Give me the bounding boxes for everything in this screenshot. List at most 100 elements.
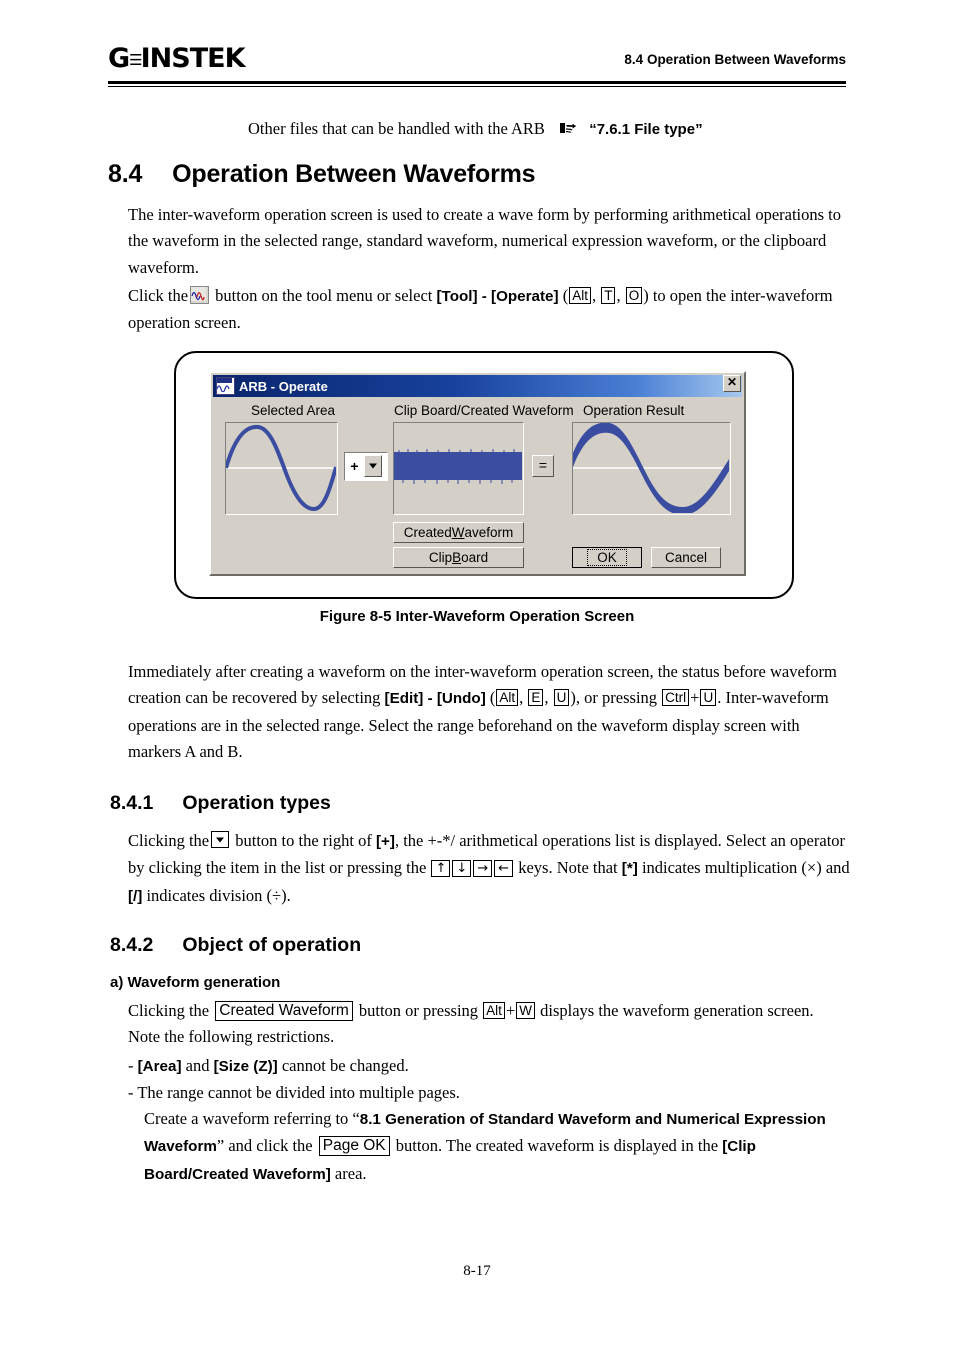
waveform-panel-operation-result bbox=[572, 422, 731, 515]
cancel-button-label: Cancel bbox=[664, 550, 708, 565]
chevron-down-icon[interactable] bbox=[364, 455, 382, 477]
final-mid-2: button. The created waveform is displaye… bbox=[395, 1136, 694, 1156]
s842-line1-mid: button or pressing bbox=[358, 1001, 479, 1020]
para-2-pre: Click the bbox=[128, 286, 189, 305]
key-o: O bbox=[625, 287, 643, 304]
heading-8-4: 8.4 Operation Between Waveforms bbox=[108, 160, 536, 189]
subheading-waveform-generation: a) Waveform generation bbox=[110, 974, 281, 991]
restriction-bullet-1: - [Area] and [Size (Z)] cannot be change… bbox=[128, 1053, 844, 1080]
key-ctrl: Ctrl bbox=[662, 689, 690, 707]
created-waveform-pre: Created bbox=[403, 525, 452, 540]
equals-indicator: = bbox=[532, 455, 554, 477]
key-t: T bbox=[601, 287, 616, 304]
created-waveform-button[interactable]: Created Waveform bbox=[393, 522, 524, 543]
key-arrow-left: ← bbox=[494, 860, 514, 878]
intro-text: Other files that can be handled with the… bbox=[248, 119, 545, 138]
para-1-text: The inter-waveform operation screen is u… bbox=[128, 205, 842, 277]
cancel-button[interactable]: Cancel bbox=[651, 547, 721, 568]
s842-plus: + bbox=[505, 1001, 516, 1020]
after-line-1: Immediately after creating a waveform on… bbox=[128, 662, 766, 681]
comma-1: , bbox=[591, 286, 597, 305]
key-alt-undo: Alt bbox=[496, 689, 519, 707]
key-w: W bbox=[516, 1002, 535, 1019]
header-section-title: 8.4 Operation Between Waveforms bbox=[624, 52, 846, 67]
key-arrow-up: ↑ bbox=[431, 860, 451, 878]
heading-8-4-2-title: Object of operation bbox=[182, 934, 362, 956]
after-plus: + bbox=[690, 688, 700, 708]
final-mid-3: the bbox=[697, 1136, 719, 1156]
pointing-hand-icon bbox=[559, 120, 581, 136]
key-arrow-right: → bbox=[473, 860, 493, 878]
intro-reference-line: Other files that can be handled with the… bbox=[248, 117, 703, 142]
bullet-1-tail: cannot be changed. bbox=[281, 1056, 409, 1075]
page-footer: 8-17 bbox=[463, 1263, 491, 1279]
s841-line1-pre: Clicking the bbox=[128, 831, 210, 850]
gw-instek-logo: G☰INSTEK bbox=[108, 44, 245, 75]
final-instruction-paragraph: Create a waveform referring to “8.1 Gene… bbox=[144, 1106, 844, 1188]
logo-underline-mark: ☰ bbox=[129, 51, 143, 69]
after-figure-paragraph: Immediately after creating a waveform on… bbox=[128, 659, 844, 766]
s842-line1-post: displays the waveform generation bbox=[540, 1001, 764, 1020]
after-line-2-mid: ), or pressing bbox=[570, 688, 658, 708]
created-waveform-reference-button: Created Waveform bbox=[215, 1001, 353, 1021]
ok-button[interactable]: OK bbox=[572, 547, 642, 568]
header-rule-thin bbox=[108, 86, 846, 87]
final-tail: area. bbox=[334, 1163, 367, 1183]
para-2-paren: ( bbox=[562, 286, 569, 305]
close-icon[interactable]: ✕ bbox=[723, 375, 741, 392]
comma-2: , bbox=[616, 286, 621, 305]
section-8-4-paragraph-2: Click the button on the tool menu or sel… bbox=[128, 283, 858, 337]
bullet-1-area: [Area] bbox=[137, 1058, 182, 1075]
dialog-titlebar[interactable]: ARB - Operate bbox=[213, 375, 742, 397]
section-8-4-2-body: Clicking the Created Waveform button or … bbox=[128, 998, 844, 1051]
key-alt-w: Alt bbox=[483, 1002, 505, 1019]
heading-8-4-2-number: 8.4.2 bbox=[110, 934, 154, 956]
menu-tool-operate: [Tool] - [Operate] bbox=[436, 288, 559, 305]
section-8-4-paragraph-1: The inter-waveform operation screen is u… bbox=[128, 202, 844, 281]
bullet-1-size: [Size (Z)] bbox=[213, 1058, 278, 1075]
key-arrow-down: ↓ bbox=[452, 860, 472, 878]
created-waveform-mnemonic: W bbox=[451, 525, 465, 540]
heading-8-4-1: 8.4.1 Operation types bbox=[110, 792, 331, 815]
figure-caption: Figure 8-5 Inter-Waveform Operation Scre… bbox=[319, 608, 635, 625]
clip-board-button[interactable]: Clip Board bbox=[393, 547, 524, 568]
waveform-panel-selected-area bbox=[225, 422, 338, 515]
reference-8-1-line1: 8.1 Generation of Standard Waveform and … bbox=[359, 1111, 740, 1128]
waveform-window-icon bbox=[216, 377, 235, 395]
s841-line3-pre: Note that bbox=[556, 858, 618, 878]
s842-line1-pre: Clicking the bbox=[128, 1001, 210, 1020]
s841-line3-post: indicates division (÷). bbox=[146, 885, 291, 905]
s841-line1-mid: button to the right of bbox=[235, 831, 372, 850]
panel-label-clipboard: Clip Board/Created Waveform bbox=[394, 403, 574, 418]
panel-label-selected-area: Selected Area bbox=[251, 403, 336, 418]
final-mid-1: ” and click the bbox=[216, 1136, 313, 1156]
heading-8-4-title: Operation Between Waveforms bbox=[172, 160, 536, 188]
page-ok-button-reference: Page OK bbox=[318, 1136, 390, 1157]
clip-board-mnemonic: B bbox=[452, 550, 462, 565]
intro-file-type-reference: “7.6.1 File type” bbox=[589, 121, 703, 138]
panel-label-operation-result: Operation Result bbox=[583, 403, 685, 418]
restriction-bullet-2: - The range cannot be divided into multi… bbox=[128, 1080, 844, 1106]
heading-8-4-1-number: 8.4.1 bbox=[110, 792, 154, 814]
logo-instek: INSTEK bbox=[140, 43, 246, 74]
waveform-panel-clipboard bbox=[393, 422, 524, 515]
dialog-title: ARB - Operate bbox=[239, 378, 328, 394]
after-comma-2: , bbox=[544, 688, 549, 708]
after-paren: ( bbox=[489, 688, 496, 708]
after-period: . bbox=[717, 688, 722, 708]
bullet-1-and: and bbox=[185, 1056, 210, 1075]
operator-plus-label: [+] bbox=[375, 833, 395, 850]
para-2-mid: button on the tool menu or select bbox=[215, 286, 433, 305]
chevron-down-icon bbox=[211, 831, 230, 848]
section-8-4-1-body: Clicking the button to the right of [+],… bbox=[128, 828, 858, 910]
key-alt: Alt bbox=[569, 287, 591, 304]
operator-slash-label: [/] bbox=[128, 887, 143, 905]
final-pre: Create a waveform referring to “ bbox=[144, 1109, 360, 1128]
key-u-2: U bbox=[700, 689, 717, 707]
s841-line3-mid: indicates multiplication (×) and bbox=[641, 858, 850, 878]
ok-button-label: OK bbox=[587, 549, 627, 566]
document-page: G☰INSTEK 8.4 Operation Between Waveforms… bbox=[0, 0, 954, 1350]
operator-dropdown[interactable]: + bbox=[344, 452, 388, 481]
operator-value: + bbox=[345, 453, 364, 480]
page-header: G☰INSTEK 8.4 Operation Between Waveforms bbox=[108, 44, 846, 86]
